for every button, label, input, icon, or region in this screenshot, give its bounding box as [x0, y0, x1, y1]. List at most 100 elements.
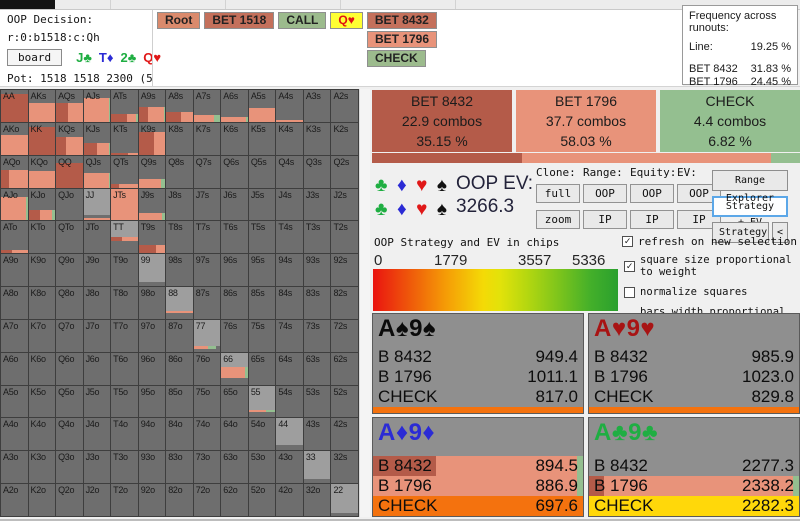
grid-cell-qjo[interactable]: QJo — [56, 188, 83, 221]
suit-♦-icon[interactable]: ♦ — [397, 174, 407, 198]
grid-cell-96s[interactable]: 96s — [221, 254, 248, 287]
grid-cell-83o[interactable]: 83o — [166, 451, 193, 484]
grid-cell-qto[interactable]: QTo — [56, 221, 83, 254]
grid-cell-t7o[interactable]: T7o — [111, 319, 138, 352]
grid-cell-53o[interactable]: 53o — [248, 451, 276, 484]
grid-cell-kqs[interactable]: KQs — [56, 122, 83, 155]
grid-cell-k3o[interactable]: K3o — [28, 451, 56, 484]
grid-cell-75o[interactable]: 75o — [193, 385, 221, 418]
grid-cell-44[interactable]: 44 — [276, 418, 303, 451]
grid-cell-ats[interactable]: ATs — [111, 90, 138, 122]
grid-cell-42o[interactable]: 42o — [276, 484, 303, 516]
grid-cell-t8s[interactable]: T8s — [166, 221, 193, 254]
grid-cell-qts[interactable]: QTs — [111, 155, 138, 188]
grid-cell-a7s[interactable]: A7s — [193, 90, 221, 122]
grid-cell-j6s[interactable]: J6s — [221, 188, 248, 221]
grid-cell-k5o[interactable]: K5o — [28, 385, 56, 418]
grid-cell-42s[interactable]: 42s — [331, 418, 358, 451]
grid-cell-kk[interactable]: KK — [28, 122, 56, 155]
grid-cell-q7s[interactable]: Q7s — [193, 155, 221, 188]
nav-call[interactable]: CALL — [278, 12, 327, 29]
grid-cell-j5o[interactable]: J5o — [83, 385, 111, 418]
grid-cell-65s[interactable]: 65s — [248, 352, 276, 385]
grid-cell-a2o[interactable]: A2o — [1, 484, 28, 516]
active-tab[interactable] — [0, 0, 55, 9]
nav-check[interactable]: CHECK — [367, 50, 426, 67]
suit-♥-icon[interactable]: ♥ — [416, 198, 427, 222]
grid-cell-jj[interactable]: JJ — [83, 188, 111, 221]
ip-button[interactable]: IP — [630, 210, 674, 229]
oop-button[interactable]: OOP — [630, 184, 674, 203]
option-checkbox[interactable]: ✓ — [624, 260, 635, 272]
board-button[interactable]: board — [7, 49, 63, 66]
grid-cell-k4o[interactable]: K4o — [28, 418, 56, 451]
grid-cell-k7s[interactable]: K7s — [193, 122, 221, 155]
range-explorer-button[interactable]: Range Explorer — [712, 170, 788, 204]
grid-cell-j3s[interactable]: J3s — [303, 188, 331, 221]
grid-cell-62o[interactable]: 62o — [221, 484, 248, 516]
grid-cell-jts[interactable]: JTs — [111, 188, 138, 221]
oop-button[interactable]: OOP — [583, 184, 627, 203]
grid-cell-ako[interactable]: AKo — [1, 122, 28, 155]
grid-cell-99[interactable]: 99 — [138, 254, 166, 287]
grid-cell-aa[interactable]: AA — [1, 90, 28, 122]
grid-cell-k8o[interactable]: K8o — [28, 287, 56, 319]
grid-cell-88[interactable]: 88 — [166, 287, 193, 319]
grid-cell-64s[interactable]: 64s — [276, 352, 303, 385]
grid-cell-93o[interactable]: 93o — [138, 451, 166, 484]
grid-cell-95s[interactable]: 95s — [248, 254, 276, 287]
grid-cell-aks[interactable]: AKs — [28, 90, 56, 122]
grid-cell-85o[interactable]: 85o — [166, 385, 193, 418]
grid-cell-53s[interactable]: 53s — [303, 385, 331, 418]
grid-cell-a6s[interactable]: A6s — [221, 90, 248, 122]
grid-cell-96o[interactable]: 96o — [138, 352, 166, 385]
nav-bet-8432[interactable]: BET 8432 — [366, 12, 437, 29]
grid-cell-j9o[interactable]: J9o — [83, 254, 111, 287]
grid-cell-52s[interactable]: 52s — [331, 385, 358, 418]
grid-cell-j2s[interactable]: J2s — [331, 188, 358, 221]
grid-cell-52o[interactable]: 52o — [248, 484, 276, 516]
grid-cell-q9o[interactable]: Q9o — [56, 254, 83, 287]
grid-cell-j7s[interactable]: J7s — [193, 188, 221, 221]
grid-cell-t9s[interactable]: T9s — [138, 221, 166, 254]
grid-cell-q6o[interactable]: Q6o — [56, 352, 83, 385]
grid-cell-82s[interactable]: 82s — [331, 287, 358, 319]
grid-cell-65o[interactable]: 65o — [221, 385, 248, 418]
grid-cell-t2s[interactable]: T2s — [331, 221, 358, 254]
grid-cell-j2o[interactable]: J2o — [83, 484, 111, 516]
grid-cell-92s[interactable]: 92s — [331, 254, 358, 287]
grid-cell-j5s[interactable]: J5s — [248, 188, 276, 221]
grid-cell-63s[interactable]: 63s — [303, 352, 331, 385]
grid-cell-q4o[interactable]: Q4o — [56, 418, 83, 451]
grid-cell-73o[interactable]: 73o — [193, 451, 221, 484]
grid-cell-j9s[interactable]: J9s — [138, 188, 166, 221]
grid-cell-j8o[interactable]: J8o — [83, 287, 111, 319]
grid-cell-54o[interactable]: 54o — [248, 418, 276, 451]
grid-cell-72o[interactable]: 72o — [193, 484, 221, 516]
grid-cell-j8s[interactable]: J8s — [166, 188, 193, 221]
grid-cell-ajs[interactable]: AJs — [83, 90, 111, 122]
grid-cell-q8o[interactable]: Q8o — [56, 287, 83, 319]
grid-cell-t5o[interactable]: T5o — [111, 385, 138, 418]
refresh-checkbox[interactable]: ✓ — [622, 236, 633, 247]
grid-cell-94o[interactable]: 94o — [138, 418, 166, 451]
grid-cell-j3o[interactable]: J3o — [83, 451, 111, 484]
grid-cell-aqo[interactable]: AQo — [1, 155, 28, 188]
grid-cell-74o[interactable]: 74o — [193, 418, 221, 451]
grid-cell-q9s[interactable]: Q9s — [138, 155, 166, 188]
strategy-ev-button[interactable]: Strategy + EV — [712, 196, 788, 228]
grid-cell-54s[interactable]: 54s — [276, 385, 303, 418]
grid-cell-55[interactable]: 55 — [248, 385, 276, 418]
grid-cell-85s[interactable]: 85s — [248, 287, 276, 319]
grid-scrollbar[interactable] — [359, 89, 370, 517]
grid-cell-t6o[interactable]: T6o — [111, 352, 138, 385]
suit-♥-icon[interactable]: ♥ — [416, 174, 427, 198]
zoom-button[interactable]: zoom — [536, 210, 580, 229]
grid-cell-t7s[interactable]: T7s — [193, 221, 221, 254]
grid-cell-73s[interactable]: 73s — [303, 319, 331, 352]
full-button[interactable]: full — [536, 184, 580, 203]
grid-cell-kjo[interactable]: KJo — [28, 188, 56, 221]
option-checkbox[interactable] — [624, 286, 635, 298]
grid-cell-74s[interactable]: 74s — [276, 319, 303, 352]
grid-cell-j7o[interactable]: J7o — [83, 319, 111, 352]
